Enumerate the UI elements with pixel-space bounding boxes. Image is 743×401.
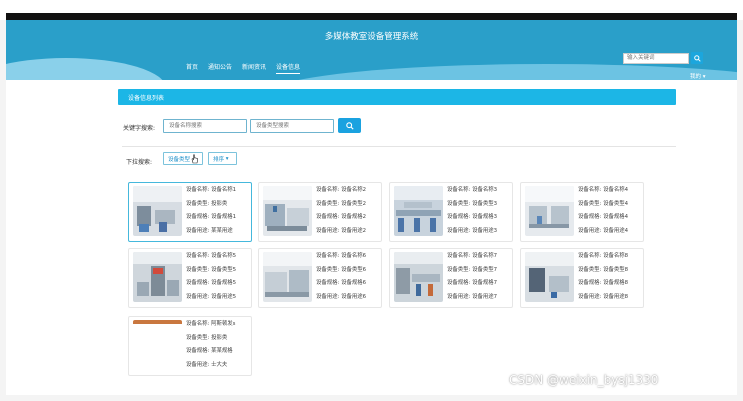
device-photo-7 <box>394 252 443 302</box>
device-type: 设备类型: 设备类型8 <box>578 266 629 273</box>
device-type: 设备类型: 设备类型7 <box>447 266 498 273</box>
device-photo-6 <box>263 252 312 302</box>
device-use: 设备用途: 设备用途7 <box>447 293 498 300</box>
device-name: 设备名称: 设备名称7 <box>447 253 498 259</box>
nav-notices[interactable]: 通知公告 <box>208 62 232 74</box>
device-type: 设备类型: 投影类 <box>186 200 228 207</box>
device-card-7[interactable]: 设备名称: 设备名称7 设备类型: 设备类型7 设备规格: 设备规格7 设备用途… <box>389 248 513 308</box>
device-card-9[interactable]: 设备名称: 阿斯顿发s 设备类型: 投影类 设备规格: 某某规格 设备用途: 士… <box>128 316 252 376</box>
device-use: 设备用途: 设备用途4 <box>578 227 629 234</box>
device-type: 设备类型: 设备类型2 <box>316 200 367 207</box>
panel-title: 设备信息列表 <box>128 95 165 102</box>
nav-home[interactable]: 首页 <box>186 62 198 74</box>
device-name: 设备名称: 设备名称2 <box>316 187 367 193</box>
site-header: 多媒体教室设备管理系统 首页 通知公告 新闻资讯 设备信息 我的 ▾ <box>6 20 737 80</box>
device-name: 设备名称: 设备名称8 <box>578 253 629 259</box>
device-name: 设备名称: 设备名称6 <box>316 253 367 259</box>
device-use: 设备用途: 设备用途6 <box>316 293 367 300</box>
device-type-search-input[interactable] <box>250 119 334 133</box>
device-photo-1 <box>133 186 182 236</box>
device-spec: 设备规格: 设备规格8 <box>578 280 629 286</box>
device-card-4[interactable]: 设备名称: 设备名称4 设备类型: 设备类型4 设备规格: 设备规格4 设备用途… <box>520 182 644 242</box>
dropdown-search-label: 下拉搜索: <box>126 159 153 166</box>
device-spec: 设备规格: 设备规格1 <box>186 214 237 220</box>
device-type: 设备类型: 设备类型3 <box>447 200 498 207</box>
header-search <box>623 52 703 64</box>
device-name: 设备名称: 设备名称4 <box>578 187 629 193</box>
hand-cursor-icon <box>191 154 198 164</box>
device-use: 设备用途: 某某用途 <box>186 227 233 234</box>
device-card-1[interactable]: 设备名称: 设备名称1 设备类型: 投影类 设备规格: 设备规格1 设备用途: … <box>128 182 252 242</box>
device-photo-2 <box>263 186 312 236</box>
device-card-2[interactable]: 设备名称: 设备名称2 设备类型: 设备类型2 设备规格: 设备规格2 设备用途… <box>258 182 382 242</box>
device-use: 设备用途: 士大夫 <box>186 361 228 368</box>
device-name: 设备名称: 设备名称1 <box>186 187 237 193</box>
user-menu[interactable]: 我的 ▾ <box>690 72 706 80</box>
device-card-8[interactable]: 设备名称: 设备名称8 设备类型: 设备类型8 设备规格: 设备规格8 设备用途… <box>520 248 644 308</box>
search-icon <box>345 121 354 130</box>
nav-devices[interactable]: 设备信息 <box>276 62 301 74</box>
header-wave-decoration <box>6 58 166 80</box>
watermark: CSDN @weixin_bysj1330 <box>509 373 659 387</box>
device-photo-4 <box>525 186 574 236</box>
device-use: 设备用途: 设备用途5 <box>186 293 237 300</box>
caret-down-icon: ▾ <box>225 155 229 162</box>
sort-dropdown-label: 排序 <box>213 156 225 163</box>
device-use: 设备用途: 设备用途3 <box>447 227 498 234</box>
device-card-3[interactable]: 设备名称: 设备名称3 设备类型: 设备类型3 设备规格: 设备规格3 设备用途… <box>389 182 513 242</box>
header-wave-decoration-2 <box>266 64 737 80</box>
device-name: 设备名称: 设备名称5 <box>186 253 237 259</box>
device-spec: 设备规格: 设备规格4 <box>578 214 629 220</box>
panel-header: 设备信息列表 <box>118 89 676 105</box>
main-content: 设备信息列表 关键字搜索: 下拉搜索: 设备类型 排序 ▾ 设备名称: 设备名称… <box>6 80 737 395</box>
device-spec: 设备规格: 设备规格2 <box>316 214 367 220</box>
device-type: 设备类型: 设备类型4 <box>578 200 629 207</box>
device-name-search-input[interactable] <box>163 119 247 133</box>
keyword-search-label: 关键字搜索: <box>123 125 156 132</box>
site-title: 多媒体教室设备管理系统 <box>324 32 419 42</box>
device-type: 设备类型: 设备类型6 <box>316 266 367 273</box>
device-spec: 设备规格: 设备规格7 <box>447 280 498 286</box>
device-type: 设备类型: 投影类 <box>186 334 228 341</box>
search-icon <box>693 54 701 62</box>
device-use: 设备用途: 设备用途2 <box>316 227 367 234</box>
main-nav: 首页 通知公告 新闻资讯 设备信息 <box>186 62 301 74</box>
device-photo-5 <box>133 252 182 302</box>
device-photo-9 <box>133 320 182 370</box>
device-card-6[interactable]: 设备名称: 设备名称6 设备类型: 设备类型6 设备规格: 设备规格6 设备用途… <box>258 248 382 308</box>
device-spec: 设备规格: 设备规格5 <box>186 280 237 286</box>
device-photo-3 <box>394 186 443 236</box>
device-name: 设备名称: 设备名称3 <box>447 187 498 193</box>
device-photo-8 <box>525 252 574 302</box>
device-name: 设备名称: 阿斯顿发s <box>186 321 236 327</box>
top-dark-bar <box>6 13 737 20</box>
device-use: 设备用途: 设备用途8 <box>578 293 629 300</box>
device-type-dropdown-label: 设备类型 <box>168 156 191 163</box>
device-spec: 设备规格: 某某规格 <box>186 348 233 354</box>
device-spec: 设备规格: 设备规格6 <box>316 280 367 286</box>
sort-dropdown[interactable]: 排序 ▾ <box>208 152 237 165</box>
nav-news[interactable]: 新闻资讯 <box>242 62 266 74</box>
header-search-button[interactable] <box>691 52 703 64</box>
device-type: 设备类型: 设备类型5 <box>186 266 237 273</box>
divider <box>122 146 676 147</box>
device-spec: 设备规格: 设备规格3 <box>447 214 498 220</box>
header-search-input[interactable] <box>623 52 689 64</box>
search-button[interactable] <box>338 118 361 133</box>
device-card-5[interactable]: 设备名称: 设备名称5 设备类型: 设备类型5 设备规格: 设备规格5 设备用途… <box>128 248 252 308</box>
